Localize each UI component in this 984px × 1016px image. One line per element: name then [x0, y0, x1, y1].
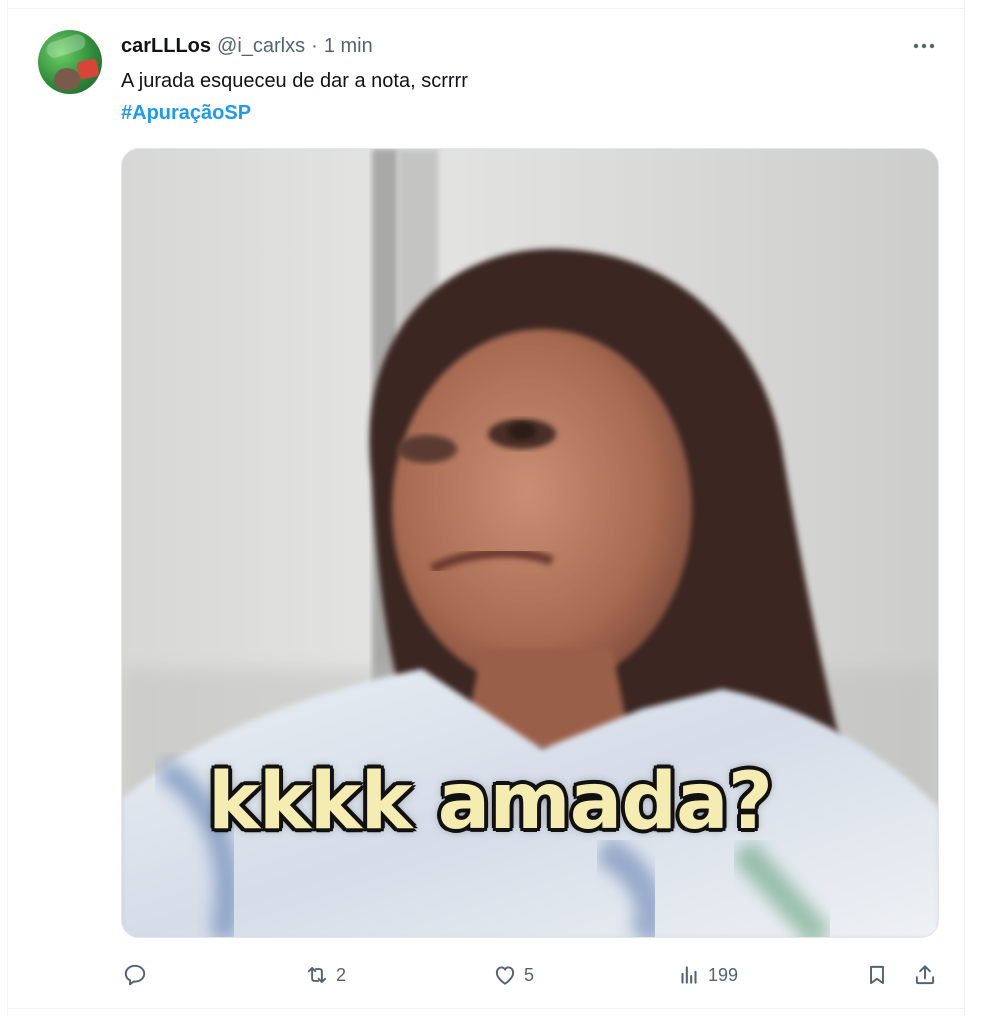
tweet-header: carLLLos @i_carlxs · 1 min [121, 34, 373, 58]
frame-right-border [964, 0, 965, 1016]
tweet-media-image[interactable]: kkkk amada? [121, 148, 939, 938]
heart-icon [495, 966, 515, 985]
user-handle[interactable]: @i_carlxs [217, 35, 305, 58]
reply-icon [124, 964, 146, 986]
views-chart-icon [681, 966, 697, 984]
timestamp[interactable]: 1 min [324, 35, 373, 58]
avatar-figure [54, 68, 80, 90]
retweet-count: 2 [336, 964, 347, 985]
reply-button[interactable] [122, 955, 154, 995]
more-options-button[interactable] [906, 32, 942, 60]
like-count: 5 [524, 964, 535, 985]
bookmark-icon [870, 965, 884, 985]
views-button[interactable]: 199 [676, 955, 738, 995]
retweet-icon [307, 966, 327, 984]
avatar-shape [76, 58, 100, 80]
frame-top-border [7, 8, 965, 9]
hashtag-link[interactable]: #ApuraçãoSP [121, 100, 251, 126]
like-button[interactable]: 5 [492, 955, 534, 995]
share-button[interactable] [912, 955, 938, 995]
meme-caption: kkkk amada? [208, 757, 773, 847]
avatar[interactable] [38, 30, 102, 94]
display-name[interactable]: carLLLos [121, 35, 211, 58]
frame-bottom-border [7, 1008, 965, 1009]
avatar-highlight [44, 32, 88, 60]
tweet-text: A jurada esqueceu de dar a nota, scrrrr [121, 70, 468, 92]
share-icon [915, 965, 935, 985]
tweet-actions: 2 5 199 [0, 955, 984, 995]
bookmark-button[interactable] [864, 955, 890, 995]
more-dots-icon [913, 43, 935, 49]
views-count: 199 [708, 964, 739, 985]
separator-dot: · [311, 34, 318, 57]
retweet-button[interactable]: 2 [304, 955, 346, 995]
frame-left-border [7, 0, 8, 1016]
